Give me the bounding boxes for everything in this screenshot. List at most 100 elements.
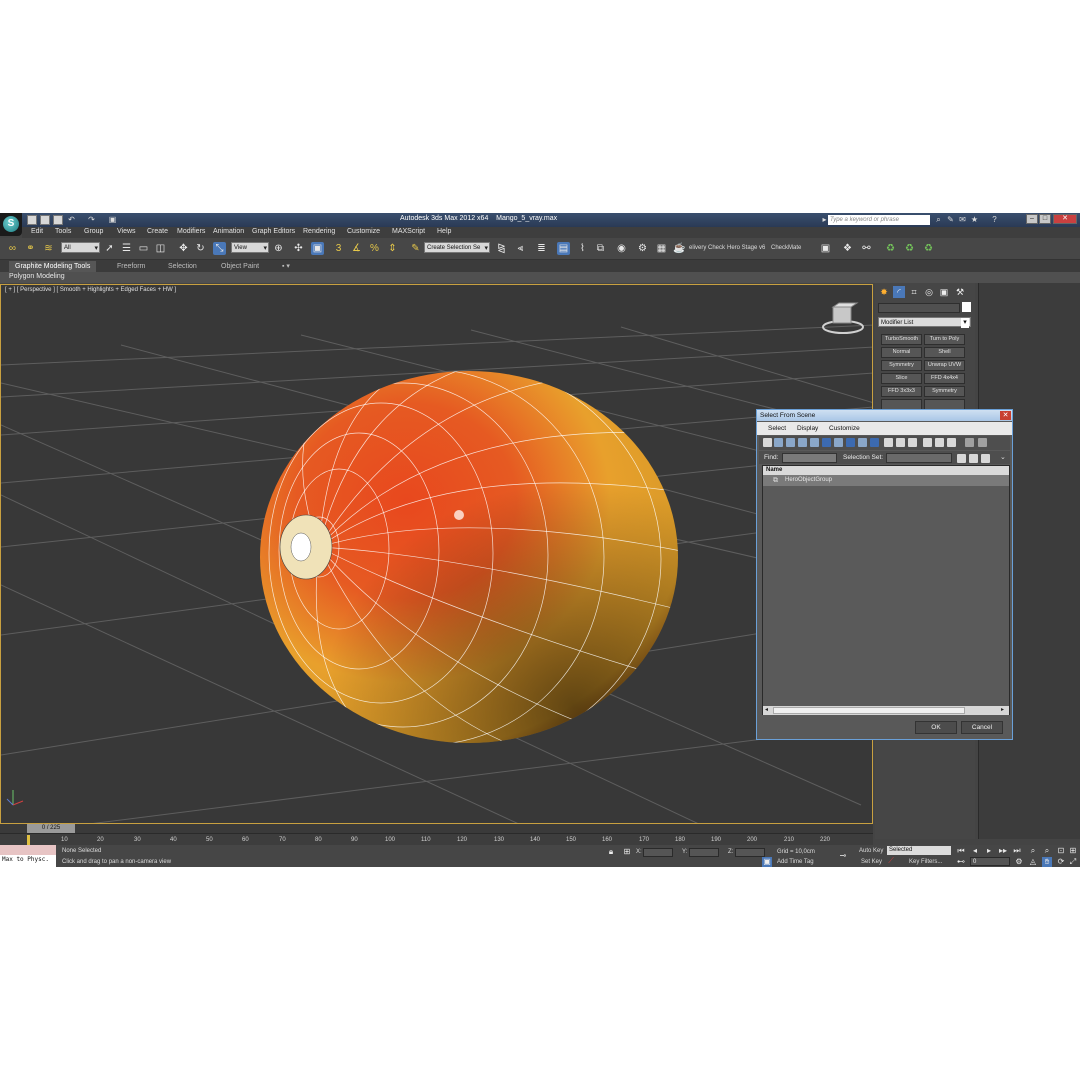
utilities-tab-icon[interactable]: ⚒ [954, 286, 966, 298]
green-tool-3-icon[interactable]: ♻ [922, 242, 935, 255]
display-geometry-icon[interactable] [763, 438, 772, 447]
cube-group-icon[interactable]: ❖ [841, 242, 854, 255]
display-tab-icon[interactable]: ▣ [938, 286, 950, 298]
symmetry-button-2[interactable]: Symmetry [924, 386, 965, 397]
new-file-icon[interactable] [27, 215, 37, 225]
rectangular-selection-icon[interactable]: ▭ [137, 242, 150, 255]
selection-set-add-icon[interactable] [957, 454, 966, 463]
green-tool-2-icon[interactable]: ♻ [903, 242, 916, 255]
create-tab-icon[interactable]: ✸ [878, 286, 890, 298]
column-header-name[interactable]: Name [763, 466, 1009, 475]
sync-selection-icon[interactable] [978, 438, 987, 447]
edit-named-selection-icon[interactable]: ✎ [409, 242, 422, 255]
key-mode-dropdown[interactable]: Selected [887, 846, 951, 855]
align-icon[interactable]: ⫷ [514, 242, 527, 255]
select-manipulate-icon[interactable]: ✣ [292, 242, 305, 255]
display-invert-icon[interactable] [908, 438, 917, 447]
select-none-icon[interactable] [935, 438, 944, 447]
ffd-4x4x4-button[interactable]: FFD 4x4x4 [924, 373, 965, 384]
set-key-icon[interactable]: ⟋ [886, 856, 896, 866]
scrollbar-thumb[interactable] [773, 707, 965, 714]
material-editor-icon[interactable]: ◉ [615, 242, 628, 255]
shell-button[interactable]: Shell [924, 347, 965, 358]
scroll-right-icon[interactable]: ▸ [1001, 706, 1004, 713]
menu-graph-editors[interactable]: Graph Editors [252, 228, 295, 235]
dialog-title-bar[interactable]: Select From Scene [757, 410, 1012, 421]
select-object-icon[interactable]: ➚ [103, 242, 116, 255]
select-and-move-icon[interactable]: ✥ [177, 242, 190, 255]
object-name-field[interactable] [878, 303, 960, 313]
orbit-icon[interactable]: ⟳ [1056, 857, 1066, 867]
undo-icon[interactable]: ↶ [67, 215, 76, 224]
display-cameras-icon[interactable] [798, 438, 807, 447]
object-color-swatch[interactable] [962, 302, 971, 312]
container-icon[interactable]: ▣ [819, 242, 832, 255]
next-frame-icon[interactable]: ▸▸ [998, 846, 1008, 856]
help-icon[interactable]: ? [990, 215, 999, 224]
zoom-extents-icon[interactable]: ⊡ [1056, 846, 1066, 856]
menu-edit[interactable]: Edit [31, 228, 43, 235]
key-mode-toggle-icon[interactable]: ⊷ [956, 857, 966, 867]
maxscript-input[interactable]: Max to Physc. [2, 856, 49, 863]
checkmate-button[interactable]: CheckMate [771, 245, 801, 251]
display-helpers-icon[interactable] [810, 438, 819, 447]
track-bar[interactable]: 10 20 30 40 50 60 70 80 90 100 110 120 1… [0, 833, 873, 845]
display-none-icon[interactable] [896, 438, 905, 447]
project-folder-icon[interactable]: ▣ [108, 215, 117, 224]
spinner-snap-icon[interactable]: ⇕ [386, 242, 399, 255]
keyboard-shortcut-override-icon[interactable]: ▣ [311, 242, 324, 255]
maximize-viewport-icon[interactable]: ⤢ [1068, 857, 1078, 867]
goto-start-icon[interactable]: ⏮ [956, 846, 966, 856]
absolute-mode-icon[interactable]: ⊞ [622, 847, 632, 857]
graphite-tools-toggle-icon[interactable]: ▤ [557, 242, 570, 255]
dialog-menu-display[interactable]: Display [797, 425, 818, 432]
display-xrefs-icon[interactable] [846, 438, 855, 447]
zoom-icon[interactable]: ⌕ [1028, 846, 1038, 856]
zoom-all-icon[interactable]: ⌕ [1042, 846, 1052, 856]
find-input[interactable] [782, 453, 837, 463]
key-filters-button[interactable]: Key Filters... [909, 859, 942, 865]
polygon-modeling-panel[interactable]: Polygon Modeling [9, 273, 65, 280]
perspective-viewport[interactable]: [ + ] [ Perspective ] [ Smooth + Highlig… [0, 284, 873, 824]
unwrap-uvw-button[interactable]: Unwrap UVW [924, 360, 965, 371]
current-frame-field[interactable]: 0 [970, 857, 1010, 866]
open-file-icon[interactable] [40, 215, 50, 225]
modify-tab-icon[interactable]: ◜ [893, 286, 905, 298]
display-all-icon[interactable] [884, 438, 893, 447]
pan-view-icon[interactable]: ✋︎ [1042, 857, 1052, 867]
time-tag-icon[interactable]: ▣ [762, 857, 772, 867]
y-coord-field[interactable] [689, 848, 719, 857]
set-key-button[interactable]: Set Key [861, 859, 882, 865]
ffd-3x3x3-button[interactable]: FFD 3x3x3 [881, 386, 922, 397]
auto-key-button[interactable]: Auto Key [859, 848, 883, 854]
menu-rendering[interactable]: Rendering [303, 228, 335, 235]
menu-create[interactable]: Create [147, 228, 168, 235]
menu-customize[interactable]: Customize [347, 228, 380, 235]
scene-object-list[interactable]: Name ⧉ HeroObjectGroup ◂ ▸ [762, 465, 1010, 715]
maximize-button[interactable]: □ [1039, 214, 1051, 224]
goto-end-icon[interactable]: ⏭ [1012, 846, 1022, 856]
zoom-extents-all-icon[interactable]: ⊞ [1068, 846, 1078, 856]
display-bones-icon[interactable] [858, 438, 867, 447]
motion-tab-icon[interactable]: ◎ [923, 286, 935, 298]
x-coord-field[interactable] [643, 848, 673, 857]
options-chevron-icon[interactable]: ⌄ [1000, 453, 1006, 461]
ok-button[interactable]: OK [915, 721, 957, 734]
pivot-center-icon[interactable]: ⊕ [272, 242, 285, 255]
subscription-icon[interactable]: ✎ [946, 215, 955, 224]
dialog-menu-customize[interactable]: Customize [829, 425, 860, 432]
display-space-warps-icon[interactable] [822, 438, 831, 447]
link-objects-icon[interactable]: ⚯ [860, 242, 873, 255]
communication-center-icon[interactable]: ✉ [958, 215, 967, 224]
slice-button[interactable]: Slice [881, 373, 922, 384]
redo-icon[interactable]: ↷ [87, 215, 96, 224]
rendered-frame-window-icon[interactable]: ▦ [655, 242, 668, 255]
normal-button[interactable]: Normal [881, 347, 922, 358]
field-of-view-icon[interactable]: ◬ [1028, 857, 1038, 867]
layer-manager-icon[interactable]: ≣ [535, 242, 548, 255]
display-lights-icon[interactable] [786, 438, 795, 447]
menu-animation[interactable]: Animation [213, 228, 244, 235]
viewport-label[interactable]: [ + ] [ Perspective ] [ Smooth + Highlig… [5, 287, 176, 293]
select-all-icon[interactable] [923, 438, 932, 447]
tab-object-paint[interactable]: Object Paint [215, 261, 265, 272]
